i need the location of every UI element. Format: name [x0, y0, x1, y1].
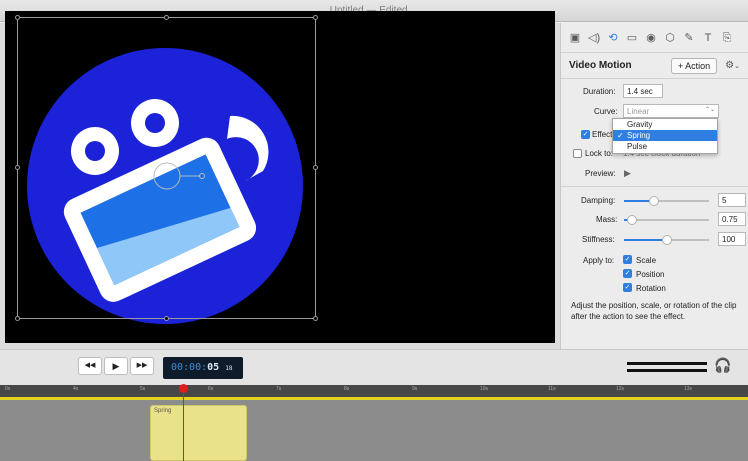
- stiffness-fill: [624, 239, 667, 241]
- inspector-panel: ▣ ◁) ⟲ ▭ ◉ ⬡ ✎ T ⎘ Video Motion + Action…: [560, 23, 748, 349]
- dropdown-option-gravity[interactable]: Gravity: [613, 119, 717, 130]
- curve-select[interactable]: Linear ⌃⌄: [623, 104, 719, 118]
- text-icon[interactable]: T: [702, 32, 714, 44]
- effect-label: Effect: [592, 130, 613, 139]
- stiffness-label: Stiffness:: [582, 235, 615, 244]
- curve-select-value: Linear: [627, 107, 650, 116]
- spring-action-clip[interactable]: Spring: [150, 405, 247, 461]
- shapes-icon[interactable]: ⬡: [664, 32, 676, 44]
- headphones-icon[interactable]: 🎧: [714, 357, 731, 374]
- mass-knob[interactable]: [627, 215, 637, 225]
- timecode-seconds: 05: [207, 362, 220, 373]
- scale-label: Scale: [636, 256, 657, 265]
- check-icon: ✓: [617, 131, 624, 140]
- timeline-ruler[interactable]: 0s 4s 5s 6s 7s 8s 9s 10s 11s 12s 13s: [0, 385, 748, 397]
- add-action-button[interactable]: + Action: [670, 57, 718, 74]
- preview-play-icon[interactable]: ▶: [624, 168, 631, 179]
- record-icon[interactable]: ◉: [645, 32, 657, 44]
- scale-checkbox[interactable]: ✓: [623, 255, 632, 264]
- tick-label: 0s: [5, 386, 11, 392]
- lock-checkbox[interactable]: [573, 149, 582, 158]
- inspector-header: Video Motion + Action ⚙⌄: [561, 53, 748, 79]
- audio-meter-right: [627, 369, 707, 372]
- timeline-track[interactable]: [0, 400, 748, 461]
- inspector-toolbar: ▣ ◁) ⟲ ▭ ◉ ⬡ ✎ T ⎘: [561, 23, 748, 53]
- timecode-dim: 00:00:: [171, 362, 208, 373]
- section-divider: [561, 186, 748, 187]
- stiffness-slider[interactable]: [624, 235, 709, 245]
- timecode-frames: 18: [225, 365, 233, 372]
- stiffness-field[interactable]: 100: [718, 232, 746, 246]
- audio-icon[interactable]: ◁): [588, 32, 600, 44]
- rotation-label: Rotation: [636, 284, 666, 293]
- resize-handle-mr[interactable]: [313, 165, 318, 170]
- lock-label: Lock to:: [585, 149, 614, 158]
- app-window: Untitled — Edited ⌄: [0, 0, 748, 461]
- stamp-icon[interactable]: ⎘: [721, 32, 733, 44]
- timecode-display: 00:00:05 18: [163, 357, 243, 379]
- damping-slider[interactable]: [624, 196, 709, 206]
- video-canvas[interactable]: [5, 11, 555, 343]
- playhead-line: [183, 388, 184, 461]
- play-button[interactable]: ▶: [104, 357, 128, 375]
- pen-icon[interactable]: ✎: [683, 32, 695, 44]
- curve-dropdown-menu: Gravity ✓ Spring Pulse: [612, 118, 718, 154]
- rotation-checkbox[interactable]: ✓: [623, 283, 632, 292]
- tick-label: 5s: [140, 386, 146, 392]
- tick-label: 11s: [548, 386, 556, 392]
- resize-handle-tr[interactable]: [313, 15, 318, 20]
- select-chevron-icon: ⌃⌄: [704, 107, 715, 113]
- apply-label: Apply to:: [583, 256, 615, 265]
- audio-meter-left: [627, 362, 707, 365]
- tick-label: 9s: [412, 386, 418, 392]
- help-text: Adjust the position, scale, or rotation …: [571, 301, 737, 321]
- preview-label: Preview:: [585, 169, 616, 178]
- dropdown-option-pulse[interactable]: Pulse: [613, 141, 717, 152]
- tick-label: 12s: [616, 386, 625, 392]
- selection-box[interactable]: [17, 17, 316, 319]
- dropdown-option-spring[interactable]: ✓ Spring: [613, 130, 717, 141]
- tick-label: 10s: [480, 386, 489, 392]
- tick-label: 8s: [344, 386, 350, 392]
- position-checkbox[interactable]: ✓: [623, 269, 632, 278]
- tick-label: 6s: [208, 386, 214, 392]
- playhead-handle[interactable]: [179, 384, 188, 393]
- resize-handle-tl[interactable]: [15, 15, 20, 20]
- mass-label: Mass:: [596, 215, 618, 224]
- screen-icon[interactable]: ▭: [626, 32, 638, 44]
- mass-field[interactable]: 0.75: [718, 212, 746, 226]
- effect-checkbox[interactable]: ✓: [581, 130, 590, 139]
- damping-knob[interactable]: [649, 196, 659, 206]
- damping-label: Damping:: [581, 196, 616, 205]
- gear-icon[interactable]: ⚙⌄: [725, 60, 740, 71]
- inspector-title: Video Motion: [569, 60, 632, 71]
- tick-label: 13s: [684, 386, 693, 392]
- motion-icon[interactable]: ⟲: [607, 32, 619, 44]
- resize-handle-tm[interactable]: [164, 15, 169, 20]
- resize-handle-bl[interactable]: [15, 316, 20, 321]
- duration-label: Duration:: [583, 87, 616, 96]
- resize-handle-bm[interactable]: [164, 316, 169, 321]
- position-label: Position: [636, 270, 665, 279]
- damping-field[interactable]: 5: [718, 193, 746, 207]
- rewind-button[interactable]: ◀◀: [78, 357, 102, 375]
- tick-label: 7s: [276, 386, 282, 392]
- resize-handle-ml[interactable]: [15, 165, 20, 170]
- forward-button[interactable]: ▶▶: [130, 357, 154, 375]
- mass-slider[interactable]: [624, 215, 709, 225]
- duration-field[interactable]: 1.4 sec: [623, 84, 663, 98]
- tick-label: 4s: [73, 386, 79, 392]
- clip-label: Spring: [154, 408, 172, 414]
- curve-label: Curve:: [594, 107, 618, 116]
- video-icon[interactable]: ▣: [569, 32, 581, 44]
- stiffness-knob[interactable]: [662, 235, 672, 245]
- resize-handle-br[interactable]: [313, 316, 318, 321]
